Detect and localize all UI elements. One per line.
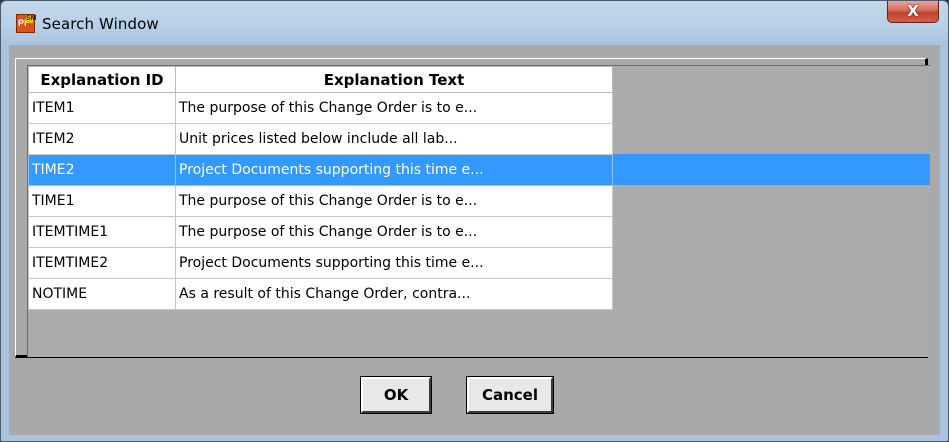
window-title: Search Window — [42, 15, 159, 33]
cell-explanation-text[interactable]: Unit prices listed below include all lab… — [175, 123, 613, 155]
table-row-selected[interactable]: TIME2 Project Documents supporting this … — [28, 154, 613, 186]
cell-explanation-text[interactable]: The purpose of this Change Order is to e… — [175, 185, 613, 217]
close-button[interactable]: X — [887, 1, 939, 23]
cell-explanation-id[interactable]: TIME2 — [28, 154, 176, 186]
cell-explanation-id[interactable]: ITEM1 — [28, 92, 176, 124]
table-row[interactable]: ITEMTIME1 The purpose of this Change Ord… — [28, 216, 613, 248]
cancel-button[interactable]: Cancel — [466, 376, 554, 414]
app-icon: Pi SM — [16, 14, 37, 33]
close-icon: X — [907, 2, 919, 20]
explanation-grid[interactable]: Explanation ID Explanation Text ITEM1 Th… — [27, 65, 930, 357]
grid-frame: Explanation ID Explanation Text ITEM1 Th… — [15, 58, 930, 358]
column-header-explanation-id[interactable]: Explanation ID — [28, 66, 176, 93]
cell-explanation-id[interactable]: NOTIME — [28, 278, 176, 310]
cell-explanation-text[interactable]: The purpose of this Change Order is to e… — [175, 92, 613, 124]
table-row[interactable]: TIME1 The purpose of this Change Order i… — [28, 185, 613, 217]
selected-row-highlight[interactable] — [612, 154, 930, 185]
app-icon-label-right: SM — [26, 15, 37, 23]
cell-explanation-id[interactable]: ITEM2 — [28, 123, 176, 155]
dialog-client-area: Explanation ID Explanation Text ITEM1 Th… — [9, 45, 940, 435]
column-header-explanation-text[interactable]: Explanation Text — [175, 66, 613, 93]
table-row[interactable]: ITEM2 Unit prices listed below include a… — [28, 123, 613, 155]
cell-explanation-id[interactable]: TIME1 — [28, 185, 176, 217]
cell-explanation-text[interactable]: As a result of this Change Order, contra… — [175, 278, 613, 310]
table-row[interactable]: ITEMTIME2 Project Documents supporting t… — [28, 247, 613, 279]
cell-explanation-id[interactable]: ITEMTIME2 — [28, 247, 176, 279]
cell-explanation-text[interactable]: The purpose of this Change Order is to e… — [175, 216, 613, 248]
cell-explanation-text[interactable]: Project Documents supporting this time e… — [175, 247, 613, 279]
title-bar[interactable]: Pi SM Search Window X — [1, 1, 948, 45]
cell-explanation-id[interactable]: ITEMTIME1 — [28, 216, 176, 248]
cell-explanation-text[interactable]: Project Documents supporting this time e… — [175, 154, 613, 186]
table-row[interactable]: ITEM1 The purpose of this Change Order i… — [28, 92, 613, 124]
table-header-row: Explanation ID Explanation Text — [28, 66, 613, 93]
ok-button[interactable]: OK — [360, 376, 432, 414]
explanation-table: Explanation ID Explanation Text ITEM1 Th… — [28, 66, 613, 310]
table-row[interactable]: NOTIME As a result of this Change Order,… — [28, 278, 613, 310]
search-window: Pi SM Search Window X Explanation ID Exp… — [0, 0, 949, 442]
